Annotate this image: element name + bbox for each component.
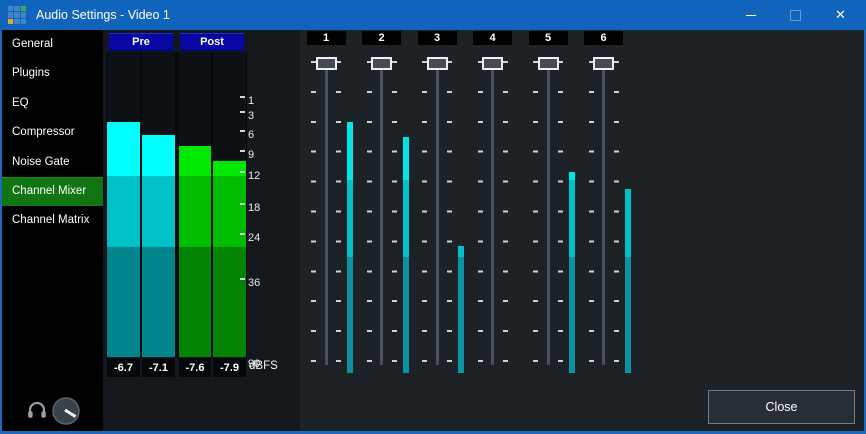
sidebar-item-eq[interactable]: EQ (2, 89, 103, 118)
scale-label: 1 (248, 95, 254, 107)
audio-settings-window: Audio Settings - Video 1 ✕ General Plugi… (0, 0, 866, 434)
channel-5-meter (569, 57, 575, 373)
fader-ticks (422, 61, 427, 363)
window-title: Audio Settings - Video 1 (36, 0, 170, 30)
headphone-volume-knob[interactable] (52, 397, 80, 425)
app-logo-icon (8, 6, 26, 24)
pre-meter-right (142, 52, 175, 357)
channel-3-label: 3 (418, 31, 457, 45)
channel-3-meter (458, 57, 464, 373)
sidebar-item-channel-matrix[interactable]: Channel Matrix (2, 206, 103, 235)
headphones-icon[interactable] (27, 401, 47, 419)
channel-strip-4: 4 (465, 30, 521, 380)
fader-ticks (558, 61, 563, 363)
scale-label: 24 (248, 232, 260, 244)
close-window-button[interactable]: ✕ (818, 0, 863, 30)
scale-label: 12 (248, 170, 260, 182)
channel-1-label: 1 (307, 31, 346, 45)
fader-ticks (447, 61, 452, 363)
channel-2-fader-handle[interactable] (371, 57, 392, 70)
fader-ticks (503, 61, 508, 363)
db-scale: 1 3 6 9 12 18 24 36 90 (240, 30, 300, 390)
channel-2-meter (403, 57, 409, 373)
channel-6-label: 6 (584, 31, 623, 45)
sidebar-item-plugins[interactable]: Plugins (2, 59, 103, 88)
post-right-db-value: -7.9 (213, 358, 246, 377)
scale-label: 3 (248, 110, 254, 122)
titlebar[interactable]: Audio Settings - Video 1 ✕ (0, 0, 866, 30)
maximize-icon (790, 10, 801, 21)
channel-6-fader-handle[interactable] (593, 57, 614, 70)
channel-4-fader-handle[interactable] (482, 57, 503, 70)
pre-meter-left (107, 52, 140, 357)
channel-2-label: 2 (362, 31, 401, 45)
channel-strip-5: 5 (520, 30, 576, 380)
settings-sidebar: General Plugins EQ Compressor Noise Gate… (2, 30, 103, 431)
channel-strip-2: 2 (354, 30, 410, 380)
fader-ticks (367, 61, 372, 363)
channel-5-fader-handle[interactable] (538, 57, 559, 70)
sidebar-item-compressor[interactable]: Compressor (2, 118, 103, 147)
channel-strip-6: 6 (576, 30, 632, 380)
fader-ticks (614, 61, 619, 363)
scale-label: 6 (248, 129, 254, 141)
scale-label: 36 (248, 277, 260, 289)
channel-1-fader-handle[interactable] (316, 57, 337, 70)
post-left-db-value: -7.6 (179, 358, 211, 377)
sidebar-item-noise-gate[interactable]: Noise Gate (2, 148, 103, 177)
channel-4-label: 4 (473, 31, 512, 45)
sidebar-item-channel-mixer[interactable]: Channel Mixer (2, 177, 103, 206)
channel-4-fader-track[interactable] (491, 63, 494, 365)
pre-left-db-value: -6.7 (107, 358, 140, 377)
channel-6-fader-track[interactable] (602, 63, 605, 365)
channel-2-fader-track[interactable] (380, 63, 383, 365)
post-meter-left (179, 52, 211, 357)
fader-ticks (336, 61, 341, 363)
channel-strip-1: 1 (298, 30, 354, 380)
channel-1-meter (347, 57, 353, 373)
fader-ticks (392, 61, 397, 363)
fader-ticks (311, 61, 316, 363)
sidebar-item-general[interactable]: General (2, 30, 103, 59)
close-button[interactable]: Close (708, 390, 855, 424)
minimize-icon (746, 15, 756, 16)
fader-ticks (533, 61, 538, 363)
dbfs-unit-label: dBFS (249, 360, 278, 372)
channel-6-meter (625, 57, 631, 373)
pre-meter-header: Pre (109, 33, 173, 51)
channel-5-label: 5 (529, 31, 568, 45)
channel-3-fader-track[interactable] (436, 63, 439, 365)
post-meter-header: Post (180, 33, 244, 51)
scale-label: 9 (248, 149, 254, 161)
channel-strip-3: 3 (409, 30, 465, 380)
channel-4-meter (514, 57, 520, 373)
channel-3-fader-handle[interactable] (427, 57, 448, 70)
scale-label: 18 (248, 202, 260, 214)
channel-5-fader-track[interactable] (547, 63, 550, 365)
pre-right-db-value: -7.1 (142, 358, 175, 377)
minimize-button[interactable] (728, 0, 773, 30)
maximize-button (773, 0, 818, 30)
fader-ticks (589, 61, 594, 363)
fader-ticks (478, 61, 483, 363)
channel-1-fader-track[interactable] (325, 63, 328, 365)
